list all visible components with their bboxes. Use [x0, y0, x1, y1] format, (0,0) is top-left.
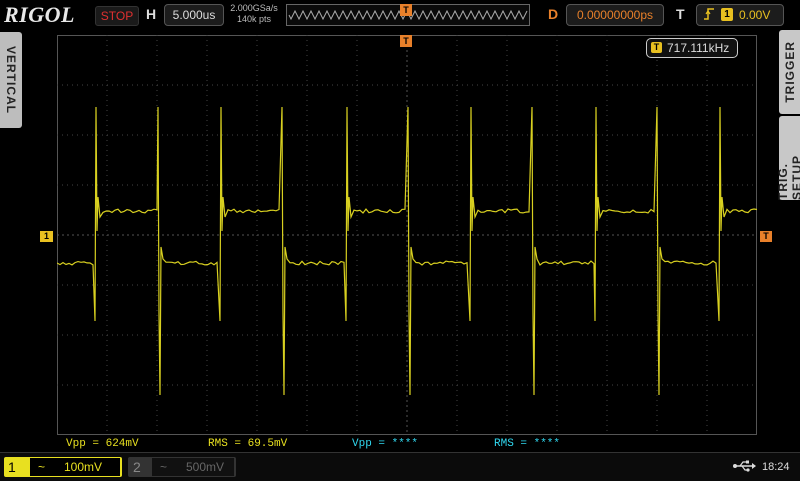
timebase-value[interactable]: 5.000us — [164, 4, 224, 26]
rising-edge-icon — [703, 7, 715, 21]
trigger-settings[interactable]: 1 0.00V — [696, 4, 784, 26]
channel1-scale: 100mV — [64, 458, 102, 476]
trigger-label: T — [676, 6, 685, 22]
frequency-value: 717.111kHz — [667, 39, 729, 57]
acquisition-info: 2.000GSa/s 140k pts — [228, 3, 280, 25]
ch1-vpp-measurement: Vpp = 624mV — [66, 437, 139, 451]
ch2-vpp-measurement: Vpp = **** — [352, 437, 418, 451]
sample-rate: 2.000GSa/s — [228, 3, 280, 14]
delay-value[interactable]: 0.00000000ps — [566, 4, 664, 26]
channel1-coupling-icon: ~ — [38, 458, 45, 476]
ch2-rms-measurement: RMS = **** — [494, 437, 560, 451]
channel1-number: 1 — [8, 457, 28, 477]
vertical-menu-tab[interactable]: VERTICAL — [0, 32, 22, 128]
vertical-tab-label: VERTICAL — [4, 46, 18, 114]
clock: 18:24 — [762, 460, 790, 474]
graticule — [57, 35, 757, 435]
trigger-position-marker[interactable]: T — [400, 35, 412, 47]
waveform-display[interactable] — [57, 35, 757, 435]
channel1-button[interactable]: 1 ~ 100mV — [4, 457, 122, 477]
channel2-scale: 500mV — [186, 458, 224, 476]
channel2-button[interactable]: 2 ~ 500mV — [128, 457, 236, 477]
trigger-level-marker[interactable]: T — [760, 231, 772, 242]
frequency-readout: T 717.111kHz — [646, 38, 738, 58]
channel2-number: 2 — [133, 457, 141, 477]
memory-depth: 140k pts — [228, 14, 280, 25]
channel2-coupling-icon: ~ — [160, 458, 167, 476]
channel1-offset-marker[interactable]: 1 — [40, 231, 53, 242]
run-stop-indicator[interactable]: STOP — [95, 6, 139, 26]
frequency-badge: T — [651, 42, 662, 53]
waveform-canvas — [57, 35, 757, 435]
trigger-menu-tab[interactable]: TRIGGER — [779, 30, 800, 114]
trigger-setup-tab-label: TRIG. SETUP — [776, 116, 800, 200]
trigger-level: 0.00V — [739, 5, 770, 25]
channel-status-bar: 1 ~ 100mV 2 ~ 500mV 18:24 — [0, 452, 800, 481]
usb-icon — [732, 459, 756, 476]
brand-logo: RIGOL — [4, 2, 75, 28]
trigger-tab-label: TRIGGER — [783, 41, 797, 103]
ch1-rms-measurement: RMS = 69.5mV — [208, 437, 287, 451]
trigger-source-badge: 1 — [721, 8, 733, 21]
trigger-position-overview-marker: T — [400, 4, 412, 16]
delay-label: D — [548, 6, 558, 22]
horizontal-label: H — [146, 6, 156, 22]
top-status-bar: RIGOL STOP H 5.000us 2.000GSa/s 140k pts… — [0, 0, 800, 30]
trigger-setup-tab[interactable]: TRIG. SETUP — [779, 116, 800, 200]
